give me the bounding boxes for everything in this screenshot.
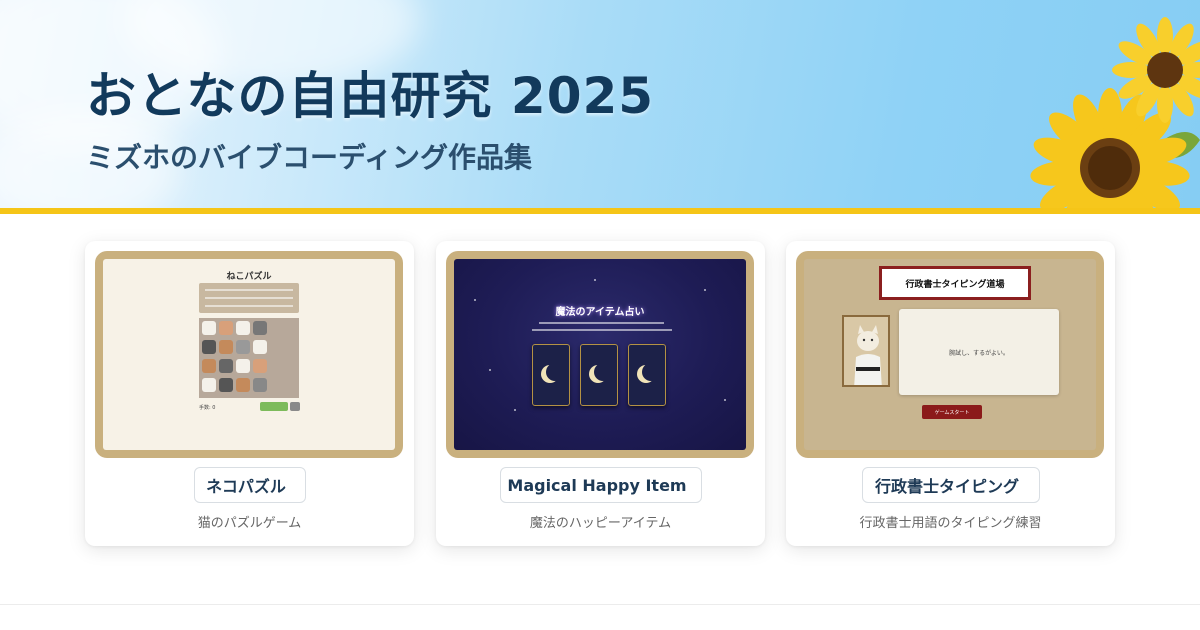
typing-prompt-panel: 腕試し、するがよい。 — [899, 309, 1059, 395]
cat-master-portrait — [842, 315, 890, 387]
link-label: Magical Happy Item — [507, 475, 687, 495]
moon-icon — [541, 365, 559, 383]
hero-accent-bar — [0, 208, 1200, 214]
works-grid: ねこパズル 手数: 0 ネコパズル 猫のパズルゲーム 魔法のアイテム占い Mag… — [85, 241, 1115, 546]
tarot-card — [532, 344, 570, 406]
work-card-magical-happy-item: 魔法のアイテム占い Magical Happy Item 魔法のハッピーアイテム — [436, 241, 765, 546]
footer-divider — [0, 604, 1200, 605]
open-gyosei-typing-link[interactable]: 行政書士タイピング — [862, 467, 1040, 503]
sound-icon — [290, 402, 300, 411]
sunflower-illustration — [1030, 17, 1200, 208]
page-subtitle: ミズホのバイブコーディング作品集 — [86, 141, 533, 174]
card-description: 猫のパズルゲーム — [197, 516, 302, 531]
puzzle-board — [199, 318, 299, 398]
work-card-gyosei-typing: 行政書士タイピング道場 腕試し、するがよい。 ゲームスタート 行政書士タイピング… — [786, 241, 1115, 546]
card-thumbnail[interactable]: ねこパズル 手数: 0 — [95, 251, 403, 458]
card-description: 魔法のハッピーアイテム — [529, 516, 672, 531]
card-description: 行政書士用語のタイピング練習 — [859, 516, 1042, 531]
open-magical-happy-item-link[interactable]: Magical Happy Item — [500, 467, 702, 503]
work-card-neko-puzzle: ねこパズル 手数: 0 ネコパズル 猫のパズルゲーム — [85, 241, 414, 546]
page-title: おとなの自由研究 2025 — [86, 67, 655, 125]
move-counter: 手数: 0 — [199, 405, 216, 411]
thumbnail-title: 行政書士タイピング道場 — [879, 266, 1031, 300]
instruction-box — [199, 283, 299, 313]
game-start-button: ゲームスタート — [922, 405, 982, 419]
tarot-card — [580, 344, 618, 406]
card-thumbnail[interactable]: 行政書士タイピング道場 腕試し、するがよい。 ゲームスタート — [796, 251, 1104, 458]
tarot-card — [628, 344, 666, 406]
link-label: ネコパズル — [206, 477, 286, 496]
open-neko-puzzle-link[interactable]: ネコパズル — [194, 467, 306, 503]
hero-banner: おとなの自由研究 2025 ミズホのバイブコーディング作品集 — [0, 0, 1200, 208]
shuffle-button — [260, 402, 288, 411]
thumbnail-title: 魔法のアイテム占い — [555, 307, 645, 318]
card-thumbnail[interactable]: 魔法のアイテム占い — [446, 251, 754, 458]
moon-icon — [637, 365, 655, 383]
link-label: 行政書士タイピング — [875, 477, 1020, 496]
moon-icon — [589, 365, 607, 383]
thumbnail-title: ねこパズル — [226, 272, 272, 282]
